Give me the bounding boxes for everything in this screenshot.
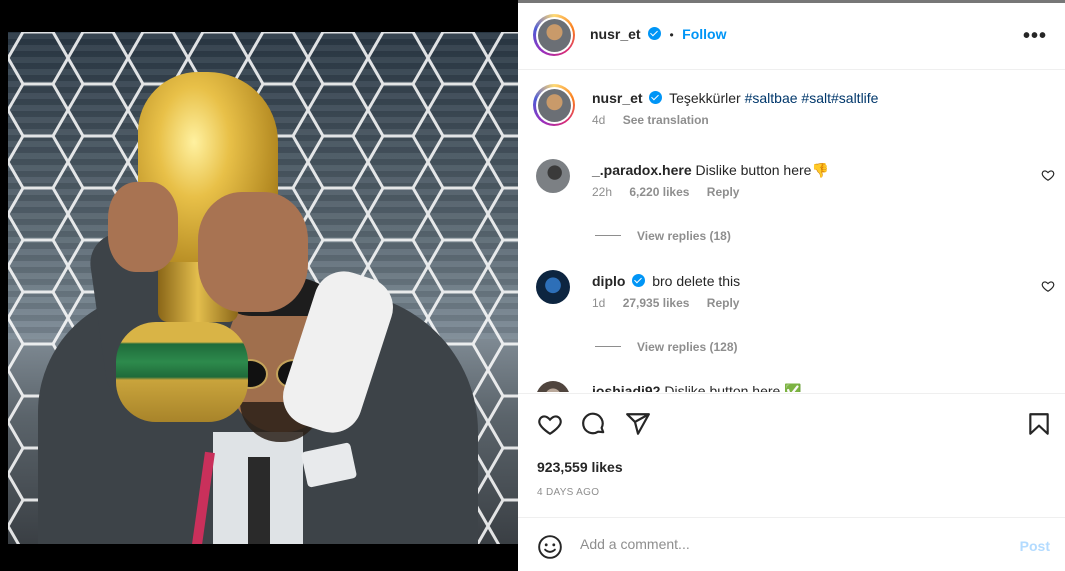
post-timestamp[interactable]: 4 DAYS AGO xyxy=(537,487,599,498)
comment-input[interactable] xyxy=(580,536,980,552)
post-details-panel: nusr_et • Follow ••• nusr_et Teşekkürler… xyxy=(518,0,1065,571)
see-translation-link[interactable]: See translation xyxy=(623,113,709,127)
hashtag-link[interactable]: #salt xyxy=(801,90,831,106)
comment-username[interactable]: joshiadi92 xyxy=(592,383,660,392)
post-header: nusr_et • Follow ••• xyxy=(518,0,1065,70)
caption-username[interactable]: nusr_et xyxy=(592,90,643,106)
post-comment-button[interactable]: Post xyxy=(1020,538,1050,554)
view-replies-label[interactable]: View replies (128) xyxy=(637,340,738,354)
comment-item: joshiadi92 Dislike button here ✅ xyxy=(592,382,1065,392)
comment-likes[interactable]: 27,935 likes xyxy=(623,296,690,310)
comment-like-heart-icon[interactable] xyxy=(1041,279,1055,293)
comment-like-heart-icon[interactable] xyxy=(1041,168,1055,182)
caption: nusr_et Teşekkürler #saltbae #salt#saltl… xyxy=(592,89,1065,127)
right-hand xyxy=(198,192,308,312)
like-count[interactable]: 923,559 likes xyxy=(537,459,623,475)
hashtag-link[interactable]: #saltlife xyxy=(831,90,878,106)
comment-item: diplo bro delete this 1d 27,935 likes Re… xyxy=(592,272,1065,310)
verified-badge-icon xyxy=(632,274,646,287)
verified-badge-icon xyxy=(648,27,662,40)
reply-button[interactable]: Reply xyxy=(707,185,740,199)
caption-text: Teşekkürler xyxy=(669,90,741,106)
comment-age: 22h xyxy=(592,185,613,199)
comment-text: bro delete this xyxy=(652,273,741,289)
caption-avatar[interactable] xyxy=(533,84,575,126)
window-top-border xyxy=(518,0,1065,3)
tie xyxy=(248,457,270,544)
post-actions: 923,559 likes 4 DAYS AGO xyxy=(518,393,1065,517)
trophy-base xyxy=(116,322,248,422)
comments-list[interactable]: nusr_et Teşekkürler #saltbae #salt#saltl… xyxy=(518,70,1065,392)
reply-button[interactable]: Reply xyxy=(707,296,740,310)
view-replies-label[interactable]: View replies (18) xyxy=(637,229,731,243)
left-hand xyxy=(108,182,178,272)
view-replies-button[interactable]: View replies (18) xyxy=(595,229,731,243)
comment-age: 1d xyxy=(592,296,606,310)
emoji-smiley-icon[interactable] xyxy=(537,534,563,560)
author-avatar[interactable] xyxy=(533,14,575,56)
follow-button[interactable]: Follow xyxy=(682,26,726,42)
share-paper-plane-icon[interactable] xyxy=(625,411,651,437)
more-options-icon[interactable]: ••• xyxy=(1023,25,1047,48)
view-replies-button[interactable]: View replies (128) xyxy=(595,340,738,354)
author-username[interactable]: nusr_et xyxy=(590,26,641,42)
separator-dot: • xyxy=(669,28,674,42)
commenter-avatar[interactable] xyxy=(536,159,570,193)
comment-bubble-icon[interactable] xyxy=(581,411,607,437)
comment-username[interactable]: diplo xyxy=(592,273,625,289)
commenter-avatar[interactable] xyxy=(536,381,570,392)
commenter-avatar[interactable] xyxy=(536,270,570,304)
comment-text: Dislike button here👎 xyxy=(695,162,829,178)
verified-badge-icon xyxy=(649,91,663,104)
like-heart-icon[interactable] xyxy=(537,411,563,437)
comment-text: Dislike button here ✅ xyxy=(664,383,802,392)
comment-likes[interactable]: 6,220 likes xyxy=(629,185,689,199)
hashtag-link[interactable]: #saltbae xyxy=(745,90,798,106)
add-comment-bar: Post xyxy=(518,517,1065,571)
post-photo xyxy=(8,32,518,544)
comment-username[interactable]: _.paradox.here xyxy=(592,162,692,178)
caption-age: 4d xyxy=(592,113,606,127)
post-media[interactable] xyxy=(0,0,518,571)
save-bookmark-icon[interactable] xyxy=(1026,411,1052,437)
comment-item: _.paradox.here Dislike button here👎 22h … xyxy=(592,161,1065,199)
